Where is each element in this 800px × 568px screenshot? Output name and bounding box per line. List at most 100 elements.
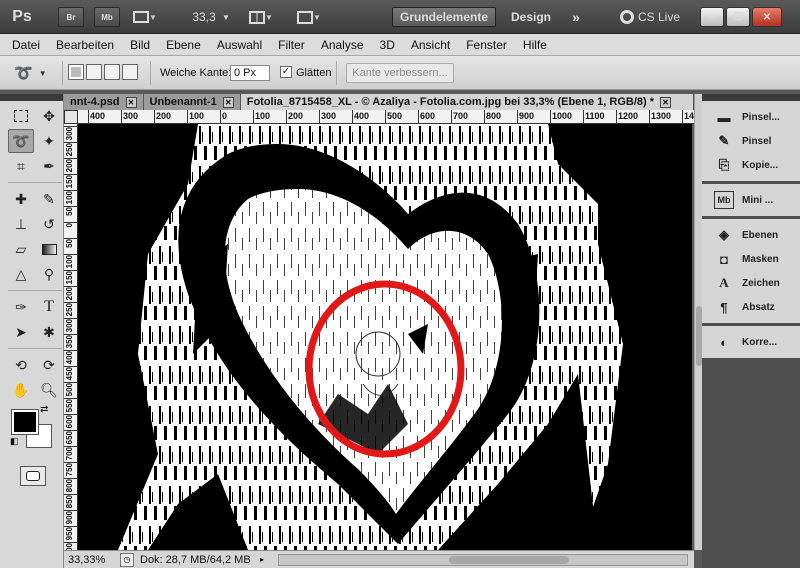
- ruler-tick: [121, 110, 122, 123]
- new-selection-icon[interactable]: [68, 64, 84, 80]
- panel-mini-bridge[interactable]: Mb Mini ...: [702, 188, 800, 212]
- 3d-orbit-tool-icon[interactable]: ⟳: [36, 353, 62, 377]
- zoom-dropdown-icon[interactable]: ▼: [220, 7, 232, 27]
- panel-dock-header[interactable]: [702, 94, 800, 101]
- bridge-button[interactable]: Br: [58, 7, 84, 27]
- menu-datei[interactable]: Datei: [4, 38, 48, 52]
- custom-shape-tool-icon[interactable]: ✱: [36, 320, 62, 344]
- panel-character[interactable]: A Zeichen: [702, 271, 800, 295]
- hand-tool-icon[interactable]: ✋: [8, 378, 34, 402]
- horizontal-ruler[interactable]: 400 300 200 100 0 100 200 300 400 500 600 700 800 900…: [78, 110, 694, 124]
- panel-layers[interactable]: ◈ Ebenen: [702, 223, 800, 247]
- view-extras-button[interactable]: ▼: [130, 7, 160, 27]
- gradient-tool-icon[interactable]: [36, 237, 62, 261]
- workspace-design[interactable]: Design: [506, 7, 556, 27]
- close-tab-icon[interactable]: ✕: [125, 96, 137, 108]
- panel-clone-source[interactable]: ⎘ Kopie...: [702, 153, 800, 177]
- menu-analyse[interactable]: Analyse: [313, 38, 372, 52]
- foreground-color-swatch[interactable]: [11, 409, 39, 435]
- lasso-tool-icon[interactable]: ➰: [8, 129, 34, 153]
- subtract-selection-icon[interactable]: [104, 64, 120, 80]
- magic-wand-tool-icon[interactable]: ✦: [36, 129, 62, 153]
- ruler-label: 100: [65, 255, 74, 269]
- antialias-checkbox[interactable]: ✓: [280, 66, 292, 78]
- menu-ebene[interactable]: Ebene: [158, 38, 209, 52]
- add-selection-icon[interactable]: [86, 64, 102, 80]
- tab-document-active[interactable]: Fotolia_8715458_XL - © Azaliya - Fotolia…: [240, 94, 694, 110]
- menu-bild[interactable]: Bild: [122, 38, 158, 52]
- blur-tool-icon[interactable]: △: [8, 262, 34, 286]
- healing-brush-tool-icon[interactable]: ✚: [8, 187, 34, 211]
- menu-hilfe[interactable]: Hilfe: [515, 38, 555, 52]
- zoom-level[interactable]: 33,3: [186, 7, 222, 27]
- ruler-label: 900: [65, 511, 74, 525]
- cs-live-button[interactable]: CS Live: [612, 7, 688, 27]
- cs-live-icon: [619, 10, 634, 24]
- ruler-label: 0: [65, 223, 74, 228]
- menu-3d[interactable]: 3D: [372, 38, 403, 52]
- default-colors-icon[interactable]: ◧: [10, 436, 19, 447]
- tab-document-2[interactable]: Unbenannt-1 ✕: [143, 94, 241, 110]
- tab-document-1[interactable]: nnt-4.psd ✕: [64, 94, 144, 110]
- path-selection-tool-icon[interactable]: ➤: [8, 320, 34, 344]
- close-button[interactable]: ✕: [752, 7, 782, 27]
- move-tool-icon[interactable]: ✥: [36, 104, 62, 128]
- zoom-tool-icon[interactable]: 🔍︎: [36, 378, 62, 402]
- restore-button[interactable]: ❐: [726, 7, 750, 27]
- panel-corrections[interactable]: ◐ Korre...: [702, 330, 800, 354]
- marquee-tool-icon[interactable]: [8, 104, 34, 128]
- feather-input[interactable]: 0 Px: [230, 65, 270, 81]
- panel-brush[interactable]: ✎ Pinsel: [702, 129, 800, 153]
- pen-tool-icon[interactable]: ✑: [8, 295, 34, 319]
- vertical-ruler[interactable]: 300 250 200 150 100 50 0 50 100 150 200 250 300 350 40…: [64, 124, 78, 550]
- status-menu-arrow[interactable]: ▸: [260, 555, 272, 564]
- more-workspaces-icon[interactable]: »: [566, 7, 586, 27]
- menu-ansicht[interactable]: Ansicht: [403, 38, 458, 52]
- heart-bark-image: [78, 124, 692, 550]
- arrange-documents-button[interactable]: ▼: [244, 7, 278, 27]
- brush-tool-icon[interactable]: ✎: [36, 187, 62, 211]
- ruler-label: 650: [65, 431, 74, 445]
- ruler-tick: [319, 110, 320, 123]
- dodge-tool-icon[interactable]: ⚲: [36, 262, 62, 286]
- ruler-origin[interactable]: [64, 110, 78, 124]
- eraser-tool-icon[interactable]: ▱: [8, 237, 34, 261]
- close-tab-icon[interactable]: ✕: [222, 96, 234, 108]
- menu-bearbeiten[interactable]: Bearbeiten: [48, 38, 122, 52]
- tools-panel-header[interactable]: [0, 94, 63, 101]
- ruler-label: 350: [65, 335, 74, 349]
- quick-mask-button[interactable]: [20, 466, 46, 486]
- ruler-tick: [649, 110, 650, 123]
- menu-filter[interactable]: Filter: [270, 38, 313, 52]
- mini-bridge-button[interactable]: Mb: [94, 7, 120, 27]
- panel-label: Kopie...: [742, 159, 779, 171]
- panel-masks[interactable]: ◘ Masken: [702, 247, 800, 271]
- history-brush-tool-icon[interactable]: ↺: [36, 212, 62, 236]
- crop-tool-icon[interactable]: ⌗: [8, 154, 34, 178]
- scroll-thumb[interactable]: [449, 555, 569, 564]
- menu-auswahl[interactable]: Auswahl: [209, 38, 270, 52]
- intersect-selection-icon[interactable]: [122, 64, 138, 80]
- clone-stamp-tool-icon[interactable]: ⊥: [8, 212, 34, 236]
- refine-edge-button[interactable]: Kante verbessern...: [346, 63, 454, 83]
- panel-group-layers: ◈ Ebenen ◘ Masken A Zeichen ¶ Absatz: [702, 219, 800, 326]
- workspace-grundelemente[interactable]: Grundelemente: [392, 7, 496, 27]
- 3d-rotate-tool-icon[interactable]: ⟲: [8, 353, 34, 377]
- minimize-button[interactable]: –: [700, 7, 724, 27]
- ruler-label: 50: [65, 239, 74, 248]
- screen-mode-button[interactable]: ▼: [292, 7, 326, 27]
- horizontal-scrollbar[interactable]: [278, 553, 688, 566]
- panel-paragraph[interactable]: ¶ Absatz: [702, 295, 800, 319]
- eyedropper-tool-icon[interactable]: ✒: [36, 154, 62, 178]
- document-image[interactable]: [78, 124, 692, 550]
- screen-mode-icon: [297, 10, 314, 24]
- menu-fenster[interactable]: Fenster: [458, 38, 515, 52]
- panel-brush-presets[interactable]: ▬ Pinsel...: [702, 105, 800, 129]
- type-tool-icon[interactable]: T: [36, 295, 62, 319]
- status-zoom[interactable]: 33,33%: [64, 554, 114, 566]
- vertical-scrollbar[interactable]: [694, 94, 702, 550]
- close-tab-icon[interactable]: ✕: [660, 96, 672, 108]
- swap-colors-icon[interactable]: ⇄: [40, 404, 48, 415]
- status-info-icon[interactable]: ◷: [120, 552, 134, 567]
- tool-preset-picker[interactable]: ➰ ▼: [14, 63, 58, 83]
